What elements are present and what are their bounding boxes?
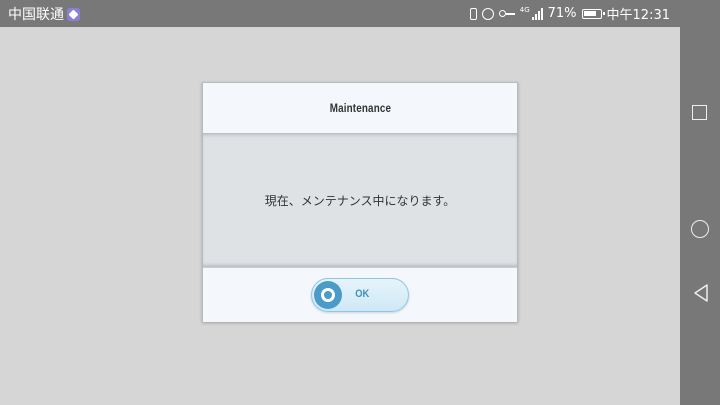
circle-icon[interactable] [691,220,709,238]
clock: 中午12:31 [606,8,670,23]
status-bar: 中国联通 4G 71% 中午12:31 [0,0,720,27]
network-type: 4G [519,5,530,14]
vibrate-icon [469,7,477,20]
dialog-title: Maintenance [329,101,391,115]
dialog-header: Maintenance [203,83,517,134]
carrier-name: 中国联通 [8,7,64,23]
alarm-icon [481,7,494,20]
battery-percent: 71% [547,6,577,21]
back-triangle-icon[interactable] [692,283,710,303]
key-icon [498,9,515,18]
dialog-body: 現在、メンテナンス中になります。 [203,133,517,267]
battery-icon [581,8,605,19]
circle-icon [314,281,342,309]
dialog-footer: OK [203,267,517,322]
signal-icon [531,7,543,20]
square-icon[interactable] [692,105,707,120]
dialog-message: 現在、メンテナンス中になります。 [264,193,456,208]
navigation-bar [680,27,720,405]
ok-button[interactable]: OK [311,278,409,312]
maintenance-dialog: Maintenance 現在、メンテナンス中になります。 OK [202,82,518,322]
status-icons: 4G 71% 中午12:31 [469,4,670,23]
ok-label: OK [355,288,370,300]
app-badge-icon [67,7,80,21]
carrier-info: 中国联通 [8,4,80,24]
